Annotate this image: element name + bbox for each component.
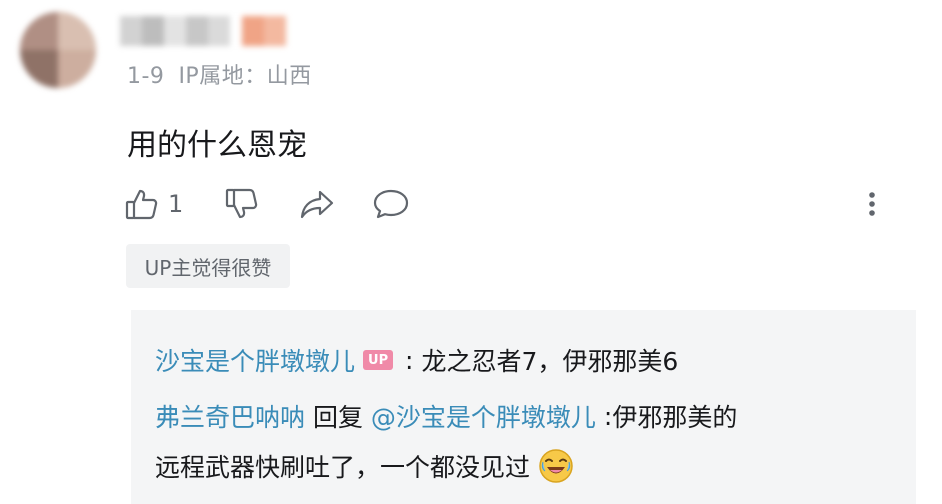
- reply-item: 沙宝是个胖墩墩儿 UP : 龙之忍者7，伊邪那美6: [155, 342, 678, 378]
- up-liked-tag: UP主觉得很赞: [126, 244, 290, 288]
- share-button[interactable]: [298, 184, 336, 224]
- reply-word: 回复: [305, 403, 371, 432]
- like-button[interactable]: 1: [124, 184, 183, 224]
- reply-separator: :: [595, 401, 613, 431]
- avatar[interactable]: [20, 12, 96, 88]
- reply-text-continued: 远程武器快刷吐了，一个都没见过: [155, 448, 574, 484]
- up-badge: UP: [363, 350, 394, 370]
- reply-mention-link[interactable]: @沙宝是个胖墩墩儿: [371, 398, 596, 434]
- share-icon: [298, 186, 336, 222]
- ip-location: IP属地：山西: [178, 64, 312, 89]
- comment-text: 用的什么恩宠: [127, 128, 307, 163]
- dislike-button[interactable]: [224, 184, 260, 224]
- reply-author-link[interactable]: 弗兰奇巴呐呐: [155, 398, 305, 434]
- comment-meta: 1-9 IP属地：山西: [127, 58, 312, 90]
- more-button[interactable]: [862, 184, 882, 224]
- username-redacted[interactable]: [120, 16, 286, 46]
- thumbs-up-icon: [124, 186, 160, 222]
- reply-button[interactable]: [372, 184, 410, 224]
- reply-text: 伊邪那美的: [612, 403, 738, 432]
- thumbs-down-icon: [224, 186, 260, 222]
- replies-panel: 沙宝是个胖墩墩儿 UP : 龙之忍者7，伊邪那美6 弗兰奇巴呐呐 回复 @沙宝是…: [131, 310, 916, 504]
- reply-author-link[interactable]: 沙宝是个胖墩墩儿: [155, 342, 355, 378]
- reply-text: 远程武器快刷吐了，一个都没见过: [155, 453, 531, 482]
- like-count: 1: [168, 190, 184, 218]
- more-vertical-icon: [862, 186, 882, 222]
- comment-date: 1-9: [127, 64, 165, 89]
- comment-action-bar: 1: [124, 184, 904, 224]
- laughing-crying-emoji-icon: [538, 448, 574, 484]
- reply-text: 龙之忍者7，伊邪那美6: [421, 347, 679, 376]
- reply-separator: :: [397, 345, 422, 375]
- comment-icon: [372, 186, 410, 222]
- reply-item: 弗兰奇巴呐呐 回复 @沙宝是个胖墩墩儿 : 伊邪那美的: [155, 398, 737, 434]
